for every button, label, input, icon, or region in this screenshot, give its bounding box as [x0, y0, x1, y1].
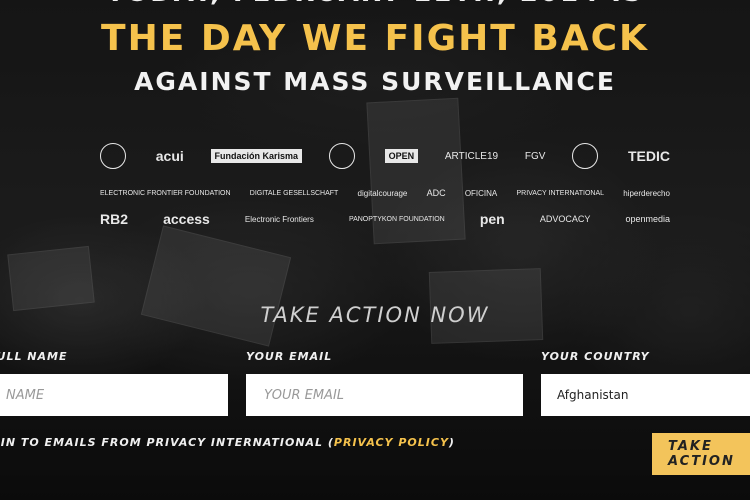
partner-logo[interactable]: ELECTRONIC FRONTIER FOUNDATION [100, 190, 231, 197]
optin-close: ) [448, 436, 455, 449]
partner-logos-row-2: ELECTRONIC FRONTIER FOUNDATION DIGITALE … [100, 184, 670, 202]
country-label: YOUR COUNTRY [541, 350, 650, 363]
partner-logos-row-3: RB2 access Electronic Frontiers PANOPTYK… [100, 206, 670, 232]
partner-logo[interactable]: RB2 [100, 211, 128, 227]
full-name-label: FULL NAME [0, 350, 68, 363]
take-action-button[interactable]: TAKE ACTION [652, 433, 750, 475]
country-select[interactable]: Afghanistan [541, 374, 750, 416]
partner-logo[interactable]: Fundación Karisma [210, 149, 303, 163]
partner-logo[interactable]: ADC [427, 188, 446, 198]
partner-logo[interactable]: OFICINA [465, 189, 497, 198]
partner-logo[interactable]: PANOPTYKON FOUNDATION [349, 216, 445, 223]
partner-logo[interactable]: openmedia [625, 214, 670, 224]
form-heading: TAKE ACTION NOW [260, 303, 490, 327]
partner-logo[interactable]: hiperderecho [623, 189, 670, 198]
optin-label: OPT IN TO EMAILS FROM PRIVACY INTERNATIO… [0, 436, 334, 449]
privacy-policy-link[interactable]: PRIVACY POLICY [334, 436, 449, 449]
email-field[interactable] [246, 374, 523, 416]
tree-logo-icon[interactable] [100, 143, 129, 169]
partner-logo[interactable]: ARTICLE19 [445, 151, 498, 162]
partner-logo[interactable]: TEDIC [628, 148, 670, 164]
sub-headline: AGAINST MASS SURVEILLANCE [134, 67, 616, 96]
email-label: YOUR EMAIL [246, 350, 333, 363]
partner-logo[interactable]: OPEN [384, 149, 419, 163]
country-value: Afghanistan [557, 388, 629, 402]
optin-text[interactable]: OPT IN TO EMAILS FROM PRIVACY INTERNATIO… [0, 436, 455, 449]
partner-logo[interactable]: access [163, 211, 210, 227]
partner-logo[interactable]: pen [480, 211, 505, 227]
partner-logo[interactable]: digitalcourage [358, 189, 408, 198]
full-name-field[interactable] [0, 374, 228, 416]
partner-logos-row-1: acui Fundación Karisma OPEN ARTICLE19 FG… [100, 138, 670, 174]
partner-logo[interactable]: Electronic Frontiers [245, 215, 314, 224]
full-name-input[interactable] [4, 386, 212, 404]
email-input[interactable] [262, 386, 507, 404]
main-headline: THE DAY WE FIGHT BACK [101, 18, 649, 59]
circle-logo-icon[interactable] [328, 143, 358, 169]
shield-logo-icon[interactable] [572, 143, 601, 169]
partner-logo[interactable]: DIGITALE GESELLSCHAFT [250, 190, 339, 197]
partner-logo[interactable]: ADVOCACY [540, 214, 591, 224]
date-line: TODAY, FEBRUARY 11TH, 2014 IS [0, 0, 750, 8]
partner-logo[interactable]: FGV [525, 151, 546, 162]
partner-logo[interactable]: PRIVACY INTERNATIONAL [516, 190, 604, 197]
partner-logo[interactable]: acui [156, 148, 184, 164]
